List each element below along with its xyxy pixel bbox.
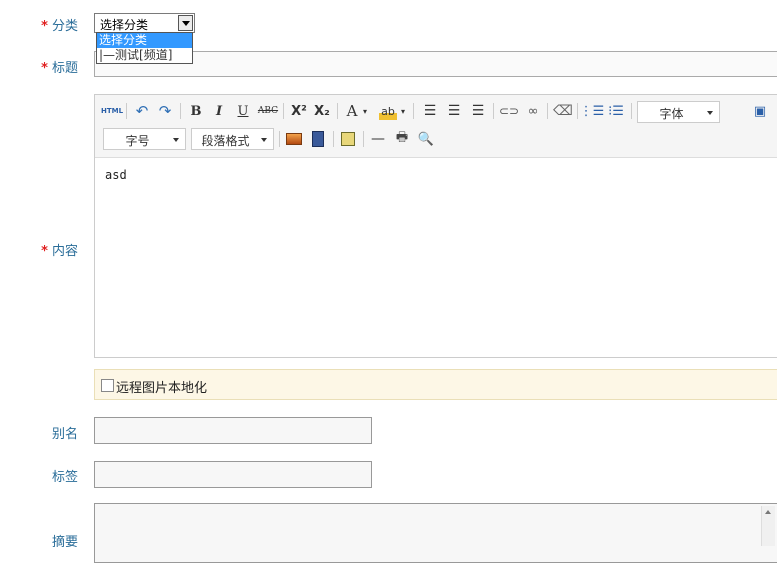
undo-icon[interactable]: ↶ [133,102,151,120]
editor-content-text[interactable]: asd [105,168,127,182]
tags-input[interactable] [94,461,372,488]
eraser-icon[interactable]: ⌫ [553,102,573,120]
toolbar-separator [493,103,494,119]
remote-images-checkbox[interactable] [101,379,114,392]
toolbar-separator [180,103,181,119]
html-source-icon[interactable]: HTML [101,102,123,120]
toolbar-separator [413,103,414,119]
title-label: * 标题 [41,61,78,76]
print-icon[interactable]: 🖶 [393,130,411,148]
summary-textarea[interactable] [94,503,777,563]
remote-images-box: 远程图片本地化 [94,369,777,400]
fullscreen-icon[interactable]: ▣ [751,102,769,120]
chevron-down-icon[interactable]: ▾ [399,102,407,120]
toolbar-separator [547,103,548,119]
toolbar-separator [126,103,127,119]
italic-icon[interactable]: I [210,102,228,120]
category-option[interactable]: |—测试[频道] [97,48,192,63]
bold-icon[interactable]: B [187,102,205,120]
tags-label: 标签 [51,470,78,485]
editor-toolbar: HTML ↶ ↷ B I U ABC X² X₂ A ▾ ab ▾ ☰ ☰ ☰ … [95,95,777,158]
underline-icon[interactable]: U [234,102,252,120]
font-family-select[interactable]: 字体 [637,101,720,123]
toolbar-separator [333,131,334,147]
alias-label: 别名 [51,427,78,442]
link-icon[interactable]: ⊂⊃ [499,102,519,120]
toolbar-separator [283,103,284,119]
toolbar-separator [363,131,364,147]
paragraph-format-label: 段落格式 [201,134,250,148]
highlight-color-icon[interactable]: ab [379,102,397,120]
gallery-icon[interactable] [339,130,357,148]
alias-input[interactable] [94,417,372,444]
align-right-icon[interactable]: ☰ [469,102,487,120]
subscript-icon[interactable]: X₂ [312,102,332,120]
preview-icon[interactable]: 🔍 [417,130,435,148]
category-option[interactable]: 选择分类 [97,33,192,48]
font-size-label: 字号 [125,134,150,148]
content-label: * 内容 [41,244,78,259]
horizontal-rule-icon[interactable]: — [369,130,387,148]
font-size-select[interactable]: 字号 [103,128,186,150]
superscript-icon[interactable]: X² [289,102,309,120]
toolbar-separator [631,103,632,119]
unlink-icon[interactable]: ∞ [523,102,543,120]
editor-content-area[interactable]: asd [95,158,777,192]
chevron-down-icon[interactable] [178,15,193,31]
strikethrough-icon[interactable]: ABC [257,102,279,120]
category-select[interactable]: 选择分类 [94,13,195,33]
image-icon[interactable] [285,130,303,148]
remote-images-label[interactable]: 远程图片本地化 [116,377,207,396]
category-selected-value: 选择分类 [100,18,149,32]
font-color-icon[interactable]: A [343,102,361,120]
toolbar-separator [279,131,280,147]
ordered-list-icon[interactable]: ⋮☰ [580,102,605,120]
toolbar-separator [577,103,578,119]
align-left-icon[interactable]: ☰ [421,102,439,120]
redo-icon[interactable]: ↷ [156,102,174,120]
rich-text-editor[interactable]: HTML ↶ ↷ B I U ABC X² X₂ A ▾ ab ▾ ☰ ☰ ☰ … [94,94,777,358]
summary-label: 摘要 [51,535,78,550]
category-dropdown-list[interactable]: 选择分类 |—测试[频道] [96,32,193,64]
category-label: * 分类 [41,19,78,34]
chevron-down-icon[interactable]: ▾ [361,102,369,120]
summary-scrollbar[interactable] [761,506,775,546]
video-icon[interactable] [309,130,327,148]
title-input[interactable] [94,51,777,77]
font-family-label: 字体 [659,107,684,121]
paragraph-format-select[interactable]: 段落格式 [191,128,274,150]
align-center-icon[interactable]: ☰ [445,102,463,120]
toolbar-separator [337,103,338,119]
unordered-list-icon[interactable]: ⁝☰ [607,102,625,120]
